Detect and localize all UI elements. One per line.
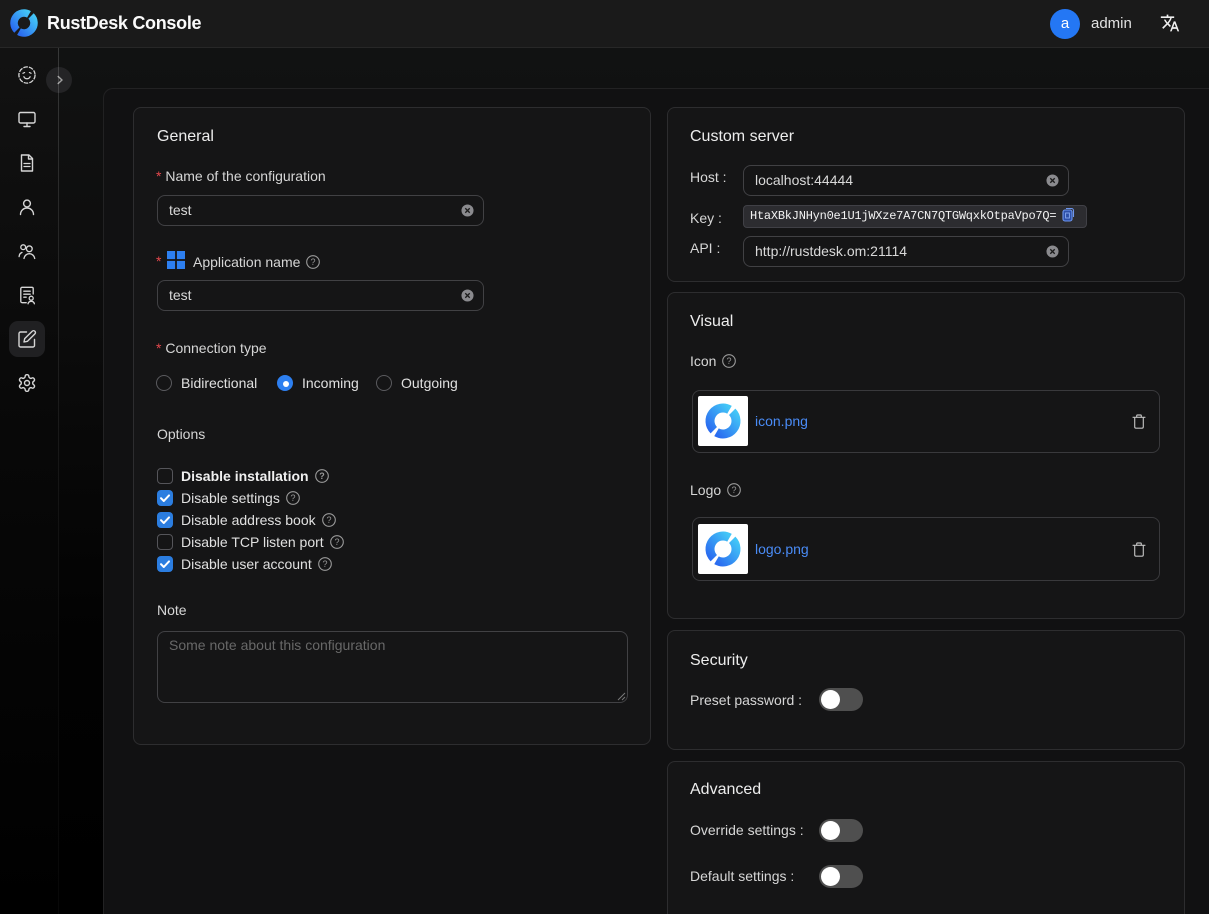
svg-text:?: ? xyxy=(319,471,325,481)
svg-text:?: ? xyxy=(322,559,327,569)
svg-text:?: ? xyxy=(311,257,316,267)
svg-text:?: ? xyxy=(732,485,737,495)
svg-text:?: ? xyxy=(727,356,732,366)
svg-text:?: ? xyxy=(334,537,339,547)
svg-text:?: ? xyxy=(326,515,331,525)
svg-text:?: ? xyxy=(290,493,295,503)
